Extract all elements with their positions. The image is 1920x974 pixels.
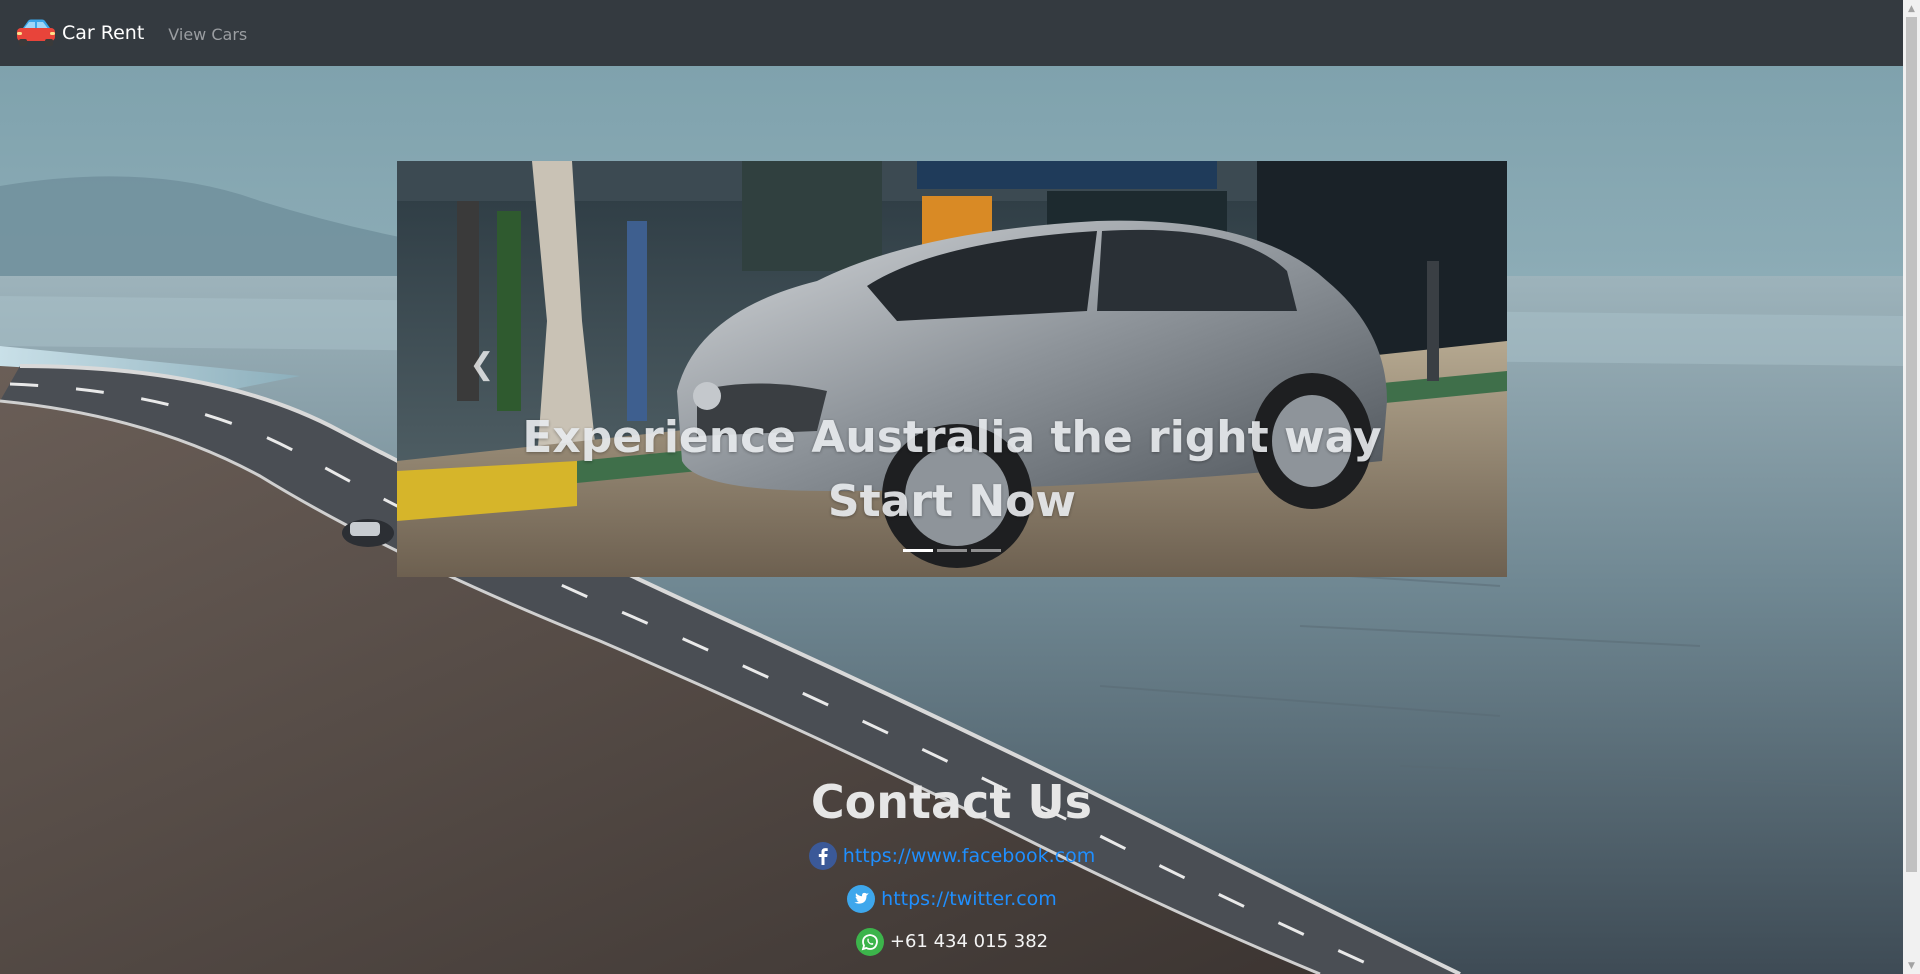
vertical-scrollbar[interactable]: ▲ ▼ bbox=[1903, 0, 1920, 974]
carousel-indicator-3[interactable] bbox=[971, 549, 1001, 552]
facebook-icon bbox=[808, 841, 837, 870]
contact-facebook-row: https://www.facebook.com bbox=[0, 834, 1903, 877]
contact-whatsapp-row: +61 434 015 382 bbox=[0, 920, 1903, 963]
scroll-down-arrow-icon[interactable]: ▼ bbox=[1903, 957, 1920, 974]
contact-title: Contact Us bbox=[810, 775, 1093, 829]
twitter-link[interactable]: https://twitter.com bbox=[881, 888, 1057, 910]
nav-view-cars[interactable]: View Cars bbox=[168, 25, 247, 44]
facebook-link[interactable]: https://www.facebook.com bbox=[843, 845, 1095, 867]
whatsapp-icon bbox=[855, 927, 884, 956]
scrollbar-thumb[interactable] bbox=[1906, 17, 1917, 872]
caption-cta: Start Now bbox=[827, 476, 1077, 527]
red-car-icon bbox=[17, 19, 55, 46]
chevron-left-icon: ❮ bbox=[469, 346, 495, 382]
contact-twitter-row: https://twitter.com bbox=[0, 877, 1903, 920]
scroll-up-arrow-icon[interactable]: ▲ bbox=[1903, 0, 1920, 17]
brand-link[interactable]: Car Rent bbox=[15, 18, 144, 48]
brand-text: Car Rent bbox=[62, 22, 145, 44]
whatsapp-number: +61 434 015 382 bbox=[889, 931, 1049, 952]
contact-section: Contact Us https://www.facebook.com http… bbox=[0, 770, 1903, 963]
carousel-indicator-1[interactable] bbox=[903, 549, 933, 552]
carousel-indicator-2[interactable] bbox=[937, 549, 967, 552]
carousel-caption: Experience Australia the right way Start… bbox=[397, 406, 1507, 534]
twitter-icon bbox=[847, 884, 876, 913]
hero-carousel: ❮ Experience Australia the right way Sta… bbox=[397, 161, 1507, 577]
navbar: Car Rent View Cars bbox=[0, 0, 1903, 66]
carousel-indicators bbox=[397, 549, 1507, 552]
caption-headline: Experience Australia the right way bbox=[522, 412, 1382, 463]
